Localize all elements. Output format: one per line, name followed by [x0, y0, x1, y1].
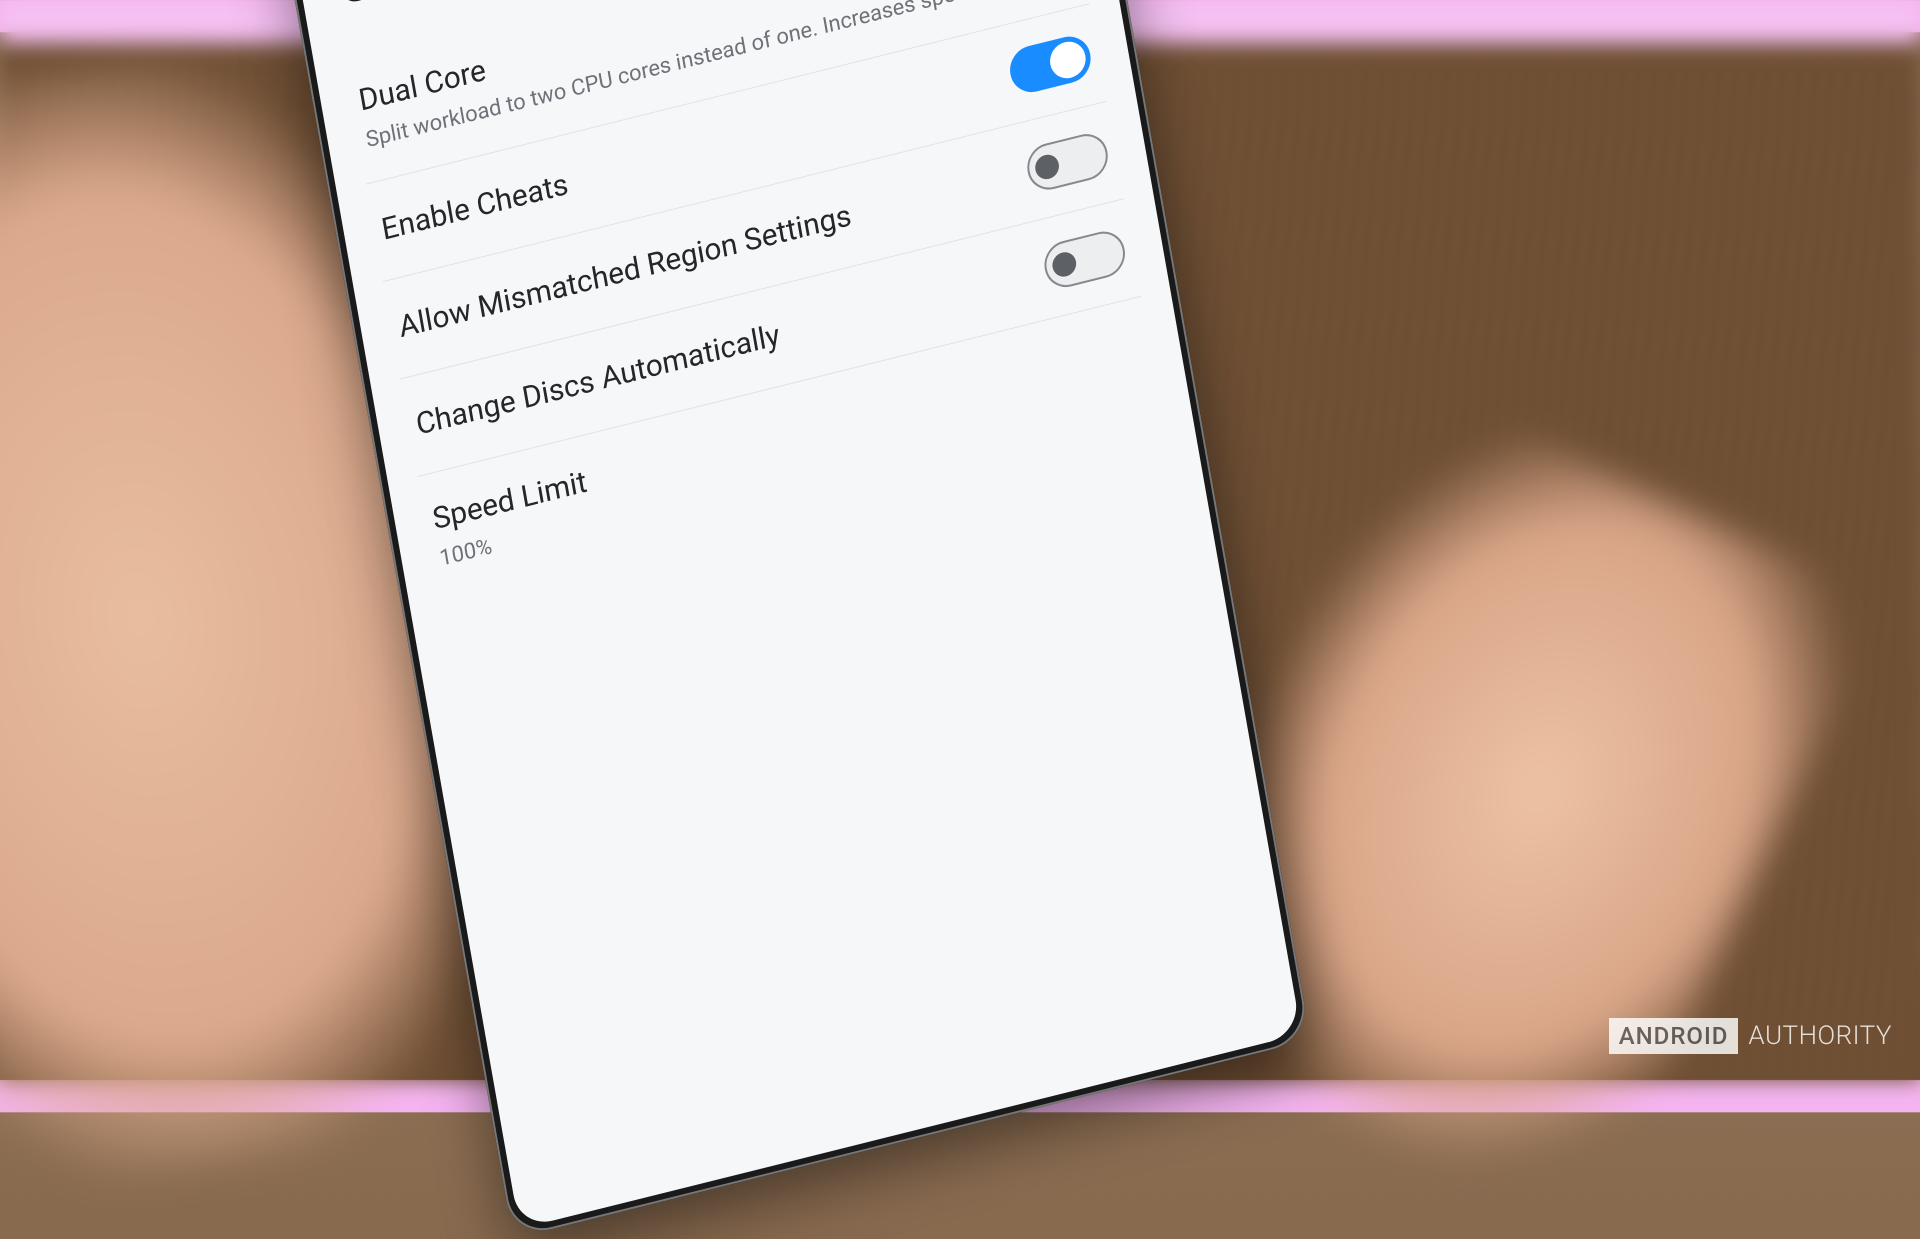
watermark-text: AUTHORITY	[1748, 1021, 1892, 1051]
toggle-knob	[1047, 38, 1088, 82]
watermark-boxed: ANDROID	[1609, 1018, 1739, 1054]
toggle-change-discs[interactable]	[1041, 226, 1129, 291]
toggle-enable-cheats[interactable]	[1006, 31, 1094, 96]
toggle-knob	[1050, 249, 1078, 278]
watermark: ANDROID AUTHORITY	[1609, 1018, 1892, 1054]
toggle-knob	[1033, 152, 1061, 181]
toggle-mismatched-region[interactable]	[1024, 129, 1112, 194]
